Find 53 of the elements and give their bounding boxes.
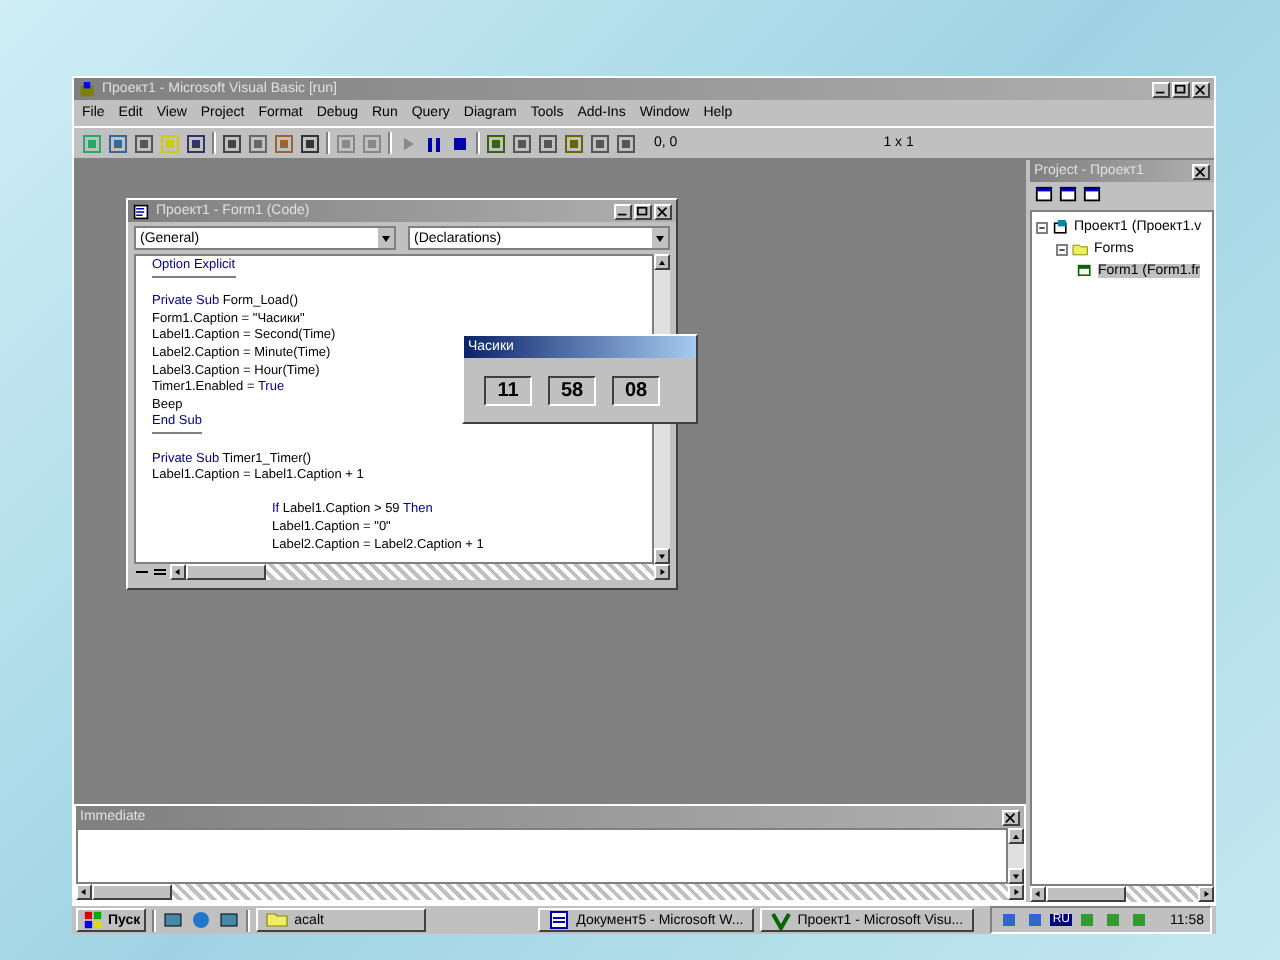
scroll-up-icon[interactable] xyxy=(1008,828,1024,844)
scroll-down-icon[interactable] xyxy=(654,548,670,564)
maximize-button[interactable] xyxy=(1172,81,1190,97)
horizontal-scrollbar[interactable] xyxy=(170,564,670,580)
scroll-left-icon[interactable] xyxy=(1030,886,1046,902)
scroll-left-icon[interactable] xyxy=(76,884,92,900)
close-button[interactable] xyxy=(1192,163,1210,179)
app-icon xyxy=(78,81,96,97)
view-object-icon[interactable] xyxy=(1058,186,1078,204)
horizontal-scrollbar[interactable] xyxy=(1030,886,1214,902)
scroll-thumb[interactable] xyxy=(186,564,266,580)
start-icon[interactable] xyxy=(398,133,418,153)
view-code-icon[interactable] xyxy=(1034,186,1054,204)
maximize-icon xyxy=(636,205,650,217)
code-icon xyxy=(132,203,150,219)
stop-icon[interactable] xyxy=(450,133,470,153)
time-label: 58 xyxy=(548,375,596,405)
toggle-folders-icon[interactable] xyxy=(1082,186,1102,204)
scroll-down-icon[interactable] xyxy=(1008,868,1024,884)
close-button[interactable] xyxy=(654,203,672,219)
full-module-view-icon[interactable] xyxy=(152,564,168,580)
horizontal-scrollbar[interactable] xyxy=(76,884,1024,900)
close-button[interactable] xyxy=(1192,81,1210,97)
globe-icon[interactable] xyxy=(190,910,213,930)
maximize-button[interactable] xyxy=(634,203,652,219)
collapse-icon[interactable] xyxy=(1056,243,1068,255)
scroll-thumb[interactable] xyxy=(1046,886,1126,902)
scroll-thumb[interactable] xyxy=(92,884,172,900)
windows-logo-icon xyxy=(82,910,104,930)
close-icon xyxy=(656,205,670,217)
folder-icon xyxy=(1072,241,1090,257)
folder-icon xyxy=(266,910,289,930)
close-button[interactable] xyxy=(1002,809,1020,825)
time-label: 08 xyxy=(612,375,660,405)
caret-icon xyxy=(652,228,668,248)
vertical-scrollbar[interactable] xyxy=(1008,828,1024,884)
minimize-button[interactable] xyxy=(1152,81,1170,97)
minimize-button[interactable] xyxy=(614,203,632,219)
close-icon xyxy=(1194,165,1208,177)
close-icon xyxy=(1194,83,1208,95)
collapse-icon[interactable] xyxy=(1036,221,1048,233)
close-icon xyxy=(1004,811,1018,823)
scroll-up-icon[interactable] xyxy=(654,254,670,270)
pause-icon[interactable] xyxy=(424,133,444,153)
scroll-right-icon[interactable] xyxy=(1008,884,1024,900)
scroll-right-icon[interactable] xyxy=(654,564,670,580)
time-label: 11 xyxy=(484,375,532,405)
maximize-icon xyxy=(1174,83,1188,95)
immediate-text-area[interactable] xyxy=(76,828,1008,884)
app-icon xyxy=(769,910,792,930)
scroll-right-icon[interactable] xyxy=(1198,886,1214,902)
caret-icon xyxy=(378,228,394,248)
scroll-left-icon[interactable] xyxy=(170,564,186,580)
